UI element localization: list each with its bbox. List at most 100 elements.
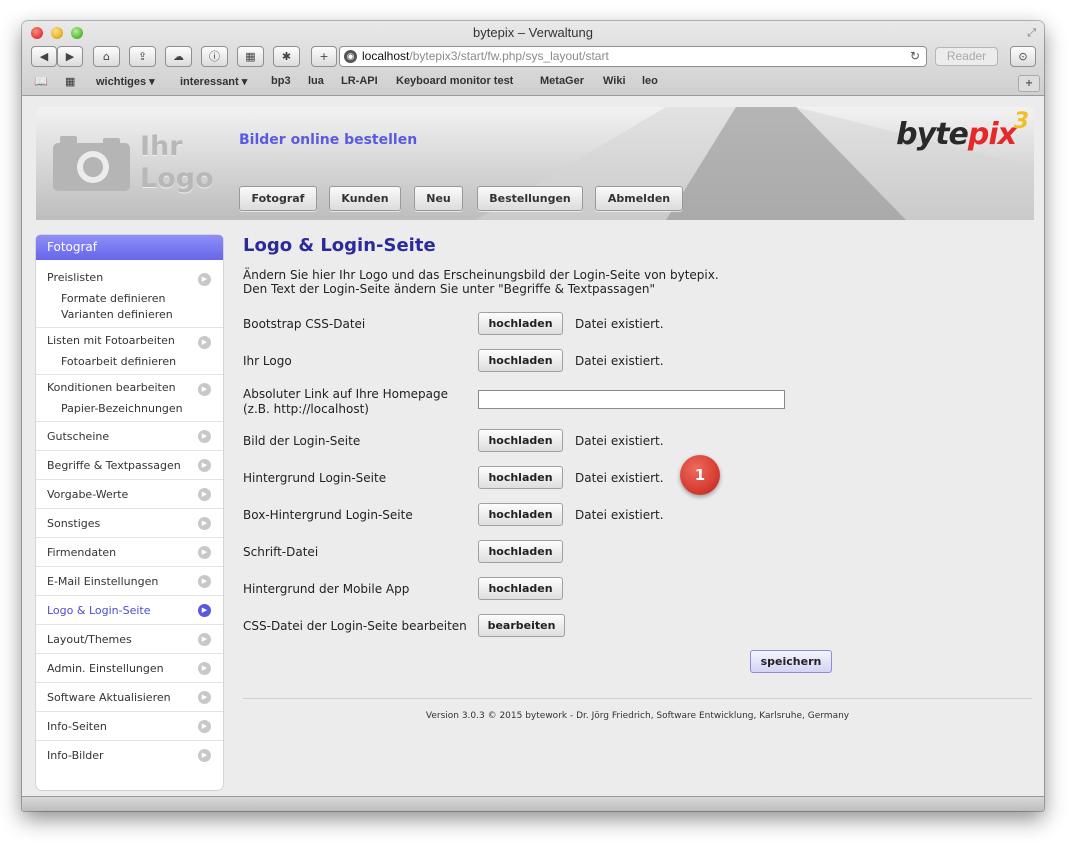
sidebar-subitem-varianten[interactable]: Varianten definieren [36,307,223,328]
chevron-right-icon: ▶ [198,691,211,704]
site-tagline: Bilder online bestellen [239,132,418,148]
edit-login-css-button[interactable]: bearbeiten [478,614,565,637]
row-label-logo: Ihr Logo [243,354,292,368]
chevron-right-icon: ▶ [198,749,211,762]
browser-toolbar: ◀ ▶ ⌂ ⇪ ☁ ⓘ ▦ ✱ + ◉ localhost/bytepix3/s… [22,46,1044,70]
downloads-button[interactable]: ⊙ [1010,46,1036,67]
sidebar-subitem-papier[interactable]: Papier-Bezeichnungen [36,401,223,422]
bookmark-item[interactable]: LR-API [341,75,378,87]
upload-bootstrap-css-button[interactable]: hochladen [478,312,563,335]
forward-arrow-icon: ▶ [65,50,75,63]
download-icon: ⊙ [1018,50,1028,63]
share-button[interactable]: ⇪ [129,46,156,67]
row-label-login-image: Bild der Login-Seite [243,434,361,448]
back-button[interactable]: ◀ [31,46,57,67]
chevron-right-icon: ▶ [198,517,211,530]
sidebar-item-layout[interactable]: Layout/Themes ▶ [36,625,223,654]
book-icon[interactable]: 📖 [34,75,48,88]
bookmark-item[interactable]: Keyboard monitor test [396,75,513,87]
bookmark-item[interactable]: MetaGer [540,75,584,87]
homepage-link-input[interactable] [478,390,785,409]
bookmark-item[interactable]: leo [642,75,658,87]
add-tab-icon[interactable]: + [1018,75,1040,92]
info-button[interactable]: ⓘ [201,46,228,67]
menu-tab-bestellungen[interactable]: Bestellungen [477,186,583,211]
sidebar-item-info-seiten[interactable]: Info-Seiten ▶ [36,712,223,741]
upload-login-background-button[interactable]: hochladen [478,466,563,489]
upload-mobile-background-button[interactable]: hochladen [478,577,563,600]
info-icon: ⓘ [209,50,220,63]
sidebar-item-vorgabe-werte[interactable]: Vorgabe-Werte ▶ [36,480,223,509]
upload-box-background-button[interactable]: hochladen [478,503,563,526]
chevron-right-icon: ▶ [198,720,211,733]
puzzle-icon: ▦ [245,50,256,63]
home-button[interactable]: ⌂ [93,46,120,67]
bookmark-item[interactable]: interessant ▾ [180,75,247,88]
status-logo: Datei existiert. [575,354,664,368]
extension-button[interactable]: ▦ [237,46,264,67]
sidebar-item-logo-login[interactable]: Logo & Login-Seite ▶ [36,596,223,625]
chevron-right-icon: ▶ [198,546,211,559]
plus-icon: + [319,50,329,63]
browser-window: bytepix – Verwaltung ⤢ ◀ ▶ ⌂ ⇪ ☁ ⓘ ▦ ✱ +… [22,21,1044,811]
sidebar-item-konditionen[interactable]: Konditionen bearbeiten ▶ [36,375,223,401]
gear-icon: ✱ [281,50,292,63]
forward-button[interactable]: ▶ [57,46,83,67]
page-title: Logo & Login-Seite [243,235,436,256]
address-bar[interactable]: ◉ localhost/bytepix3/start/fw.php/sys_la… [339,46,927,67]
site-header: Ihr Logo Bilder online bestellen bytepix… [36,107,1034,220]
sidebar-item-fotoarbeiten[interactable]: Listen mit Fotoarbeiten ▶ [36,328,223,354]
chevron-right-icon: ▶ [198,383,211,396]
bookmark-item[interactable]: lua [308,75,324,87]
share-icon: ⇪ [137,50,148,63]
chevron-right-icon: ▶ [198,488,211,501]
sidebar-item-update[interactable]: Software Aktualisieren ▶ [36,683,223,712]
reload-icon[interactable]: ↻ [910,47,920,66]
sidebar-item-email[interactable]: E-Mail Einstellungen ▶ [36,567,223,596]
sidebar-item-firmendaten[interactable]: Firmendaten ▶ [36,538,223,567]
browser-chrome: bytepix – Verwaltung ⤢ ◀ ▶ ⌂ ⇪ ☁ ⓘ ▦ ✱ +… [22,21,1044,96]
sidebar-subitem-formate[interactable]: Formate definieren [36,291,223,307]
status-login-background: Datei existiert. [575,471,664,485]
chevron-right-icon: ▶ [198,273,211,286]
sidebar-item-gutscheine[interactable]: Gutscheine ▶ [36,422,223,451]
chevron-right-icon: ▶ [198,459,211,472]
row-label-login-css: CSS-Datei der Login-Seite bearbeiten [243,619,467,633]
upload-logo-button[interactable]: hochladen [478,349,563,372]
row-label-bootstrap-css: Bootstrap CSS-Datei [243,317,366,331]
save-button[interactable]: speichern [750,650,832,673]
sidebar-subitem-fotoarbeit[interactable]: Fotoarbeit definieren [36,354,223,375]
fullscreen-icon[interactable]: ⤢ [1027,26,1036,40]
row-label-mobile-background: Hintergrund der Mobile App [243,582,410,596]
grid-icon[interactable]: ▦ [65,75,75,88]
chevron-right-icon: ▶ [198,336,211,349]
footer-divider [243,698,1032,699]
bookmark-item[interactable]: Wiki [603,75,626,87]
upload-login-image-button[interactable]: hochladen [478,429,563,452]
settings-button[interactable]: ✱ [273,46,300,67]
sidebar: Fotograf Preislisten ▶ Formate definieren… [36,235,223,790]
sidebar-item-sonstiges[interactable]: Sonstiges ▶ [36,509,223,538]
chevron-right-icon: ▶ [198,575,211,588]
upload-font-file-button[interactable]: hochladen [478,540,563,563]
sidebar-item-admin[interactable]: Admin. Einstellungen ▶ [36,654,223,683]
chevron-right-icon: ▶ [198,662,211,675]
page-viewport: Ihr Logo Bilder online bestellen bytepix… [22,96,1044,796]
chevron-right-icon: ▶ [198,604,211,617]
sidebar-item-info-bilder[interactable]: Info-Bilder ▶ [36,741,223,770]
menu-tab-neu[interactable]: Neu [414,186,463,211]
row-label-box-background: Box-Hintergrund Login-Seite [243,508,413,522]
window-title: bytepix – Verwaltung [473,25,593,40]
annotation-badge: 1 [680,455,720,495]
menu-tab-abmelden[interactable]: Abmelden [595,186,683,211]
new-tab-button[interactable]: + [311,46,337,67]
sidebar-item-begriffe[interactable]: Begriffe & Textpassagen ▶ [36,451,223,480]
placeholder-logo: Ihr Logo [140,131,214,194]
reader-button[interactable]: Reader [935,47,998,66]
cloud-button[interactable]: ☁ [165,46,192,67]
bookmark-item[interactable]: wichtiges ▾ [96,75,155,88]
menu-tab-fotograf[interactable]: Fotograf [239,186,317,211]
sidebar-item-preislisten[interactable]: Preislisten ▶ [36,265,223,291]
menu-tab-kunden[interactable]: Kunden [329,186,401,211]
bookmark-item[interactable]: bp3 [271,75,291,87]
